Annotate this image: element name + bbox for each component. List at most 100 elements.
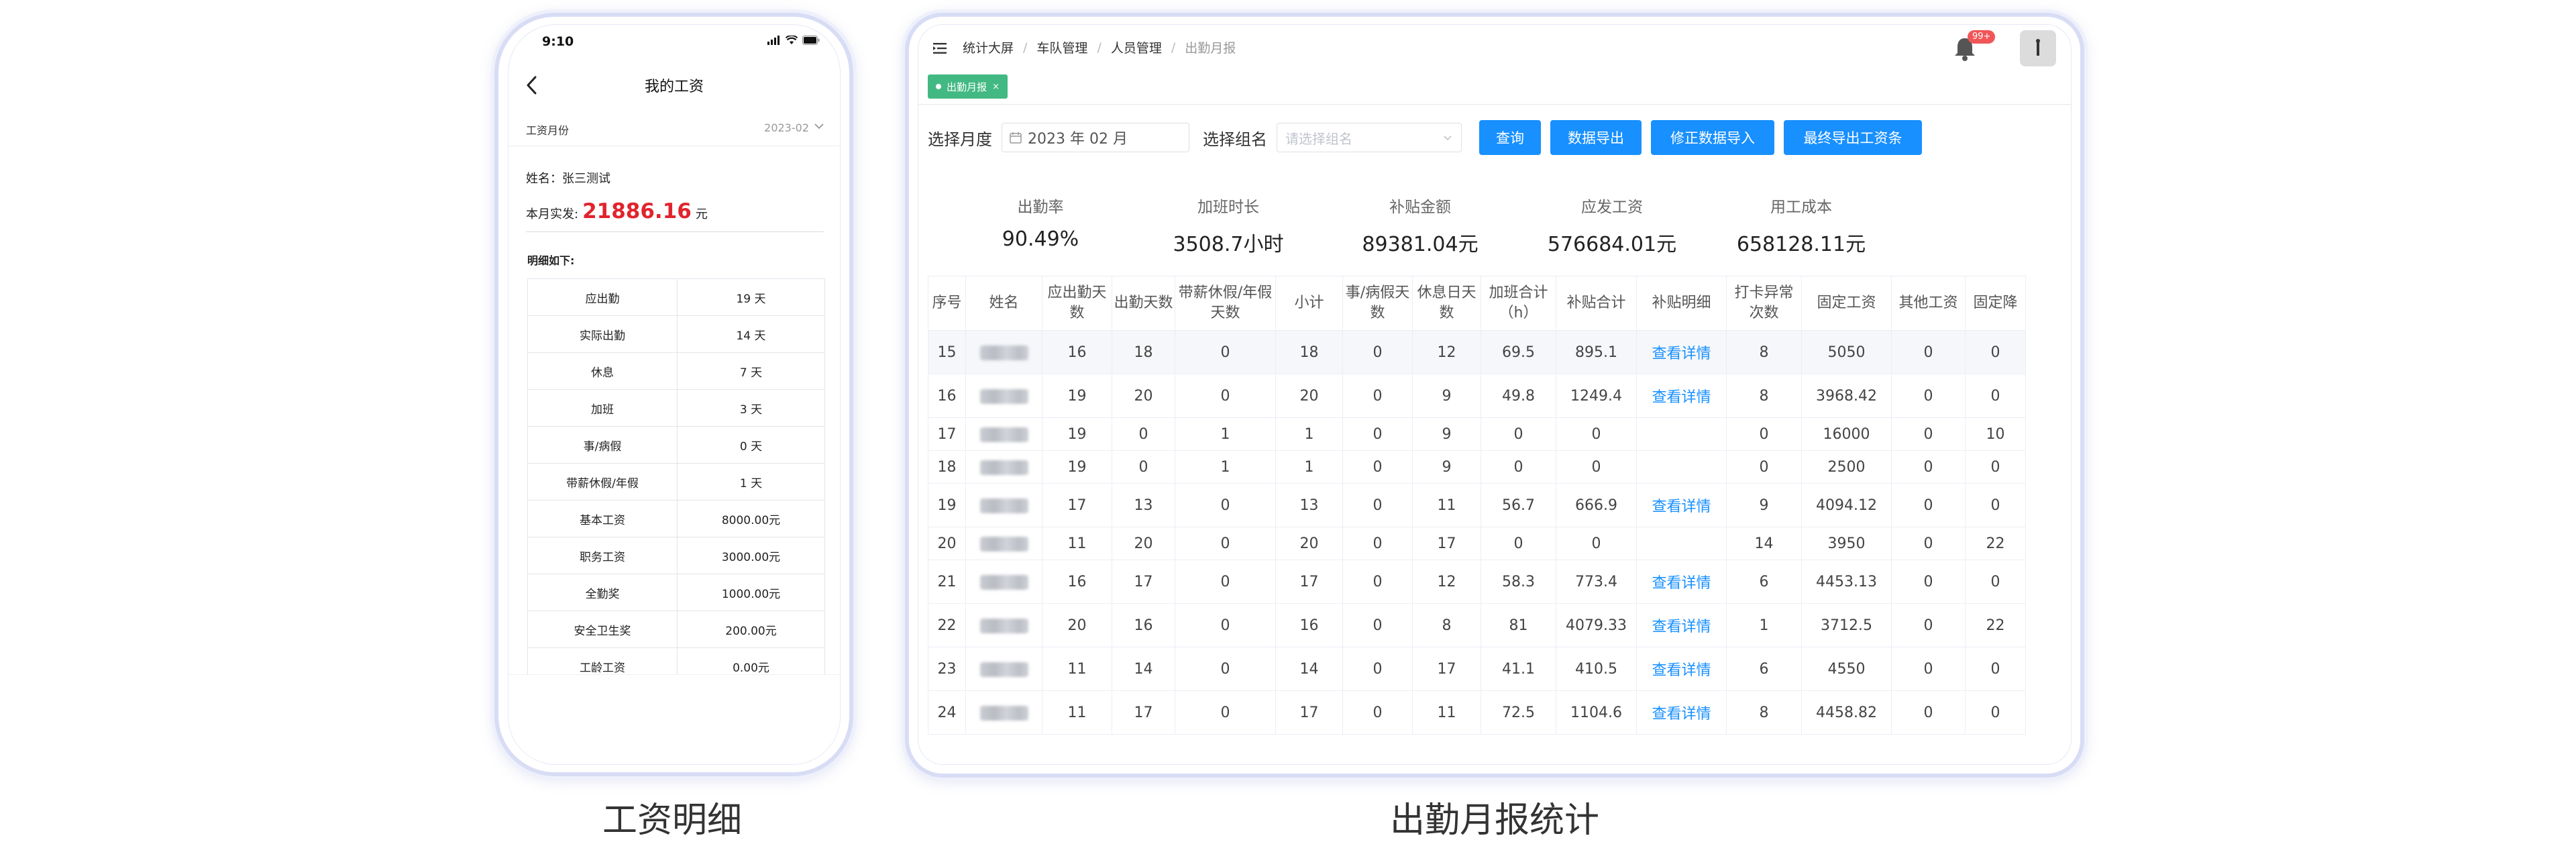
view-details-link[interactable]: 查看详情 [1652,346,1711,362]
cell-rest: 12 [1412,330,1481,374]
cell-other: 0 [1891,417,1966,451]
breadcrumb-item[interactable]: 车队管理 [1036,38,1087,56]
view-details-link[interactable]: 查看详情 [1652,619,1711,635]
salary-item-label: 应出勤 [527,278,678,316]
stat-label: 应发工资 [1581,199,1643,216]
avatar[interactable] [2020,30,2056,66]
cell-due: 11 [1042,527,1112,560]
cell-sick: 0 [1342,450,1413,484]
breadcrumb-item[interactable]: 统计大屏 [963,38,1014,56]
pay-amount: 21886.16 [582,199,692,223]
table-row[interactable]: 21 16 17 0 17 0 12 58.3 773.4 查看详情 6 4453.13 0 0 [928,560,2026,604]
column-header[interactable]: 休息日天数 [1412,276,1481,331]
view-details-link[interactable]: 查看详情 [1652,706,1711,723]
cell-rest: 9 [1412,374,1481,418]
cell-other: 0 [1891,690,1966,735]
column-header[interactable]: 应出勤天数 [1042,276,1112,331]
table-row[interactable]: 19 17 13 0 13 0 11 56.7 666.9 查看详情 9 4094.12 0 0 [928,483,2026,527]
export-data-button[interactable]: 数据导出 [1550,120,1642,155]
cell-sub: 17 [1275,560,1343,604]
salary-row: 职务工资 3000.00元 [527,537,825,574]
table-row[interactable]: 18 19 0 1 1 0 9 0 0 0 2500 0 0 [928,450,2026,484]
stat-value: 90.49% [1002,227,1079,251]
cell-abn: 1 [1726,603,1802,647]
cell-ot: 72.5 [1481,690,1556,735]
allowance-detail-cell: 查看详情 [1636,690,1727,735]
blurred-name [979,618,1028,633]
attendance-table-wrapper[interactable]: 序号 姓名 应出勤天数 出勤天数 带薪休假/年假天数 小计 事/病假天数 休息日天数 加班合计（… [928,276,2049,764]
cell-allow: 895.1 [1556,330,1637,374]
column-header[interactable]: 带薪休假/年假天数 [1175,276,1276,331]
column-header[interactable]: 序号 [928,276,966,331]
import-corrected-data-button[interactable]: 修正数据导入 [1651,120,1774,155]
query-button[interactable]: 查询 [1479,120,1541,155]
table-row[interactable]: 16 19 20 0 20 0 9 49.8 1249.4 查看详情 8 3968.42 0 0 [928,374,2026,418]
column-header[interactable]: 加班合计（h） [1481,276,1556,331]
name-value: 张三测试 [562,172,610,186]
view-details-link[interactable]: 查看详情 [1652,662,1711,679]
name-cell [965,417,1042,451]
cell-att: 17 [1112,690,1175,735]
column-header[interactable]: 姓名 [965,276,1042,331]
column-header[interactable]: 打卡异常次数 [1726,276,1802,331]
table-row[interactable]: 20 11 20 0 20 0 17 0 0 14 3950 0 22 [928,527,2026,560]
cell-paid: 0 [1175,603,1276,647]
summary-stats: 出勤率 90.49% 加班时长 3508.7小时 补贴金额 89381.04元 … [918,194,1866,268]
cell-cut: 0 [1965,450,2026,484]
cell-att: 13 [1112,483,1175,527]
breadcrumb-separator: / [1023,40,1028,55]
cell-paid: 1 [1175,417,1276,451]
menu-fold-icon[interactable] [932,40,949,57]
cell-other: 0 [1891,603,1966,647]
month-value[interactable]: 2023-02 [764,121,809,134]
salary-row: 休息 7 天 [527,352,825,390]
status-icons [767,36,820,45]
phone-header: 我的工资 [508,66,840,107]
table-row[interactable]: 23 11 14 0 14 0 17 41.1 410.5 查看详情 6 4550 0 0 [928,647,2026,691]
salary-item-value: 0 天 [677,426,825,464]
column-header[interactable]: 小计 [1275,276,1343,331]
breadcrumb-current: 出勤月报 [1185,41,1236,56]
column-header[interactable]: 固定工资 [1801,276,1892,331]
cell-sick: 0 [1342,374,1413,418]
allowance-detail-cell: 查看详情 [1636,330,1727,374]
breadcrumb-item[interactable]: 人员管理 [1111,38,1162,56]
table-row[interactable]: 22 20 16 0 16 0 8 81 4079.33 查看详情 1 3712.5 0 22 [928,603,2026,647]
column-header[interactable]: 固定降 [1965,276,2026,331]
table-row[interactable]: 17 19 0 1 1 0 9 0 0 0 16000 0 10 [928,417,2026,451]
cell-fixed: 5050 [1801,330,1892,374]
view-details-link[interactable]: 查看详情 [1652,575,1711,592]
view-details-link[interactable]: 查看详情 [1652,498,1711,515]
chevron-down-icon[interactable] [813,120,825,132]
salary-item-label: 实际出勤 [527,315,678,353]
cell-other: 0 [1891,647,1966,691]
group-select[interactable]: 请选择组名 [1277,123,1462,152]
phone-screen: 9:10 我的工资 工资月份 2023-02 姓名：张三测试 本月实发: 218… [508,24,841,765]
avatar-icon [2036,39,2040,56]
column-header[interactable]: 补贴合计 [1556,276,1637,331]
month-date-picker[interactable]: 2023 年 02 月 [1002,123,1189,152]
cell-ot: 0 [1481,450,1556,484]
cell-no: 16 [928,374,966,418]
table-row[interactable]: 15 16 18 0 18 0 12 69.5 895.1 查看详情 8 5050 0 0 [928,330,2026,374]
salary-row: 加班 3 天 [527,389,825,427]
table-row[interactable]: 24 11 17 0 17 0 11 72.5 1104.6 查看详情 8 4458.82 0 0 [928,690,2026,735]
export-payslip-button[interactable]: 最终导出工资条 [1784,120,1922,155]
tag-attendance-report[interactable]: 出勤月报 × [928,74,1008,99]
cell-abn: 0 [1726,450,1802,484]
cell-ot: 0 [1481,417,1556,451]
cell-ot: 41.1 [1481,647,1556,691]
cell-fixed: 3968.42 [1801,374,1892,418]
cell-sub: 20 [1275,527,1343,560]
signal-icon [767,36,780,45]
breadcrumb: 统计大屏 / 车队管理 / 人员管理 / 出勤月报 [963,38,1236,56]
column-header[interactable]: 事/病假天数 [1342,276,1413,331]
column-header[interactable]: 补贴明细 [1636,276,1727,331]
month-picker[interactable]: 工资月份 2023-02 [508,108,840,146]
cell-sick: 0 [1342,483,1413,527]
cell-att: 20 [1112,527,1175,560]
view-details-link[interactable]: 查看详情 [1652,389,1711,406]
column-header[interactable]: 其他工资 [1891,276,1966,331]
close-icon[interactable]: × [992,82,1000,92]
column-header[interactable]: 出勤天数 [1112,276,1175,331]
